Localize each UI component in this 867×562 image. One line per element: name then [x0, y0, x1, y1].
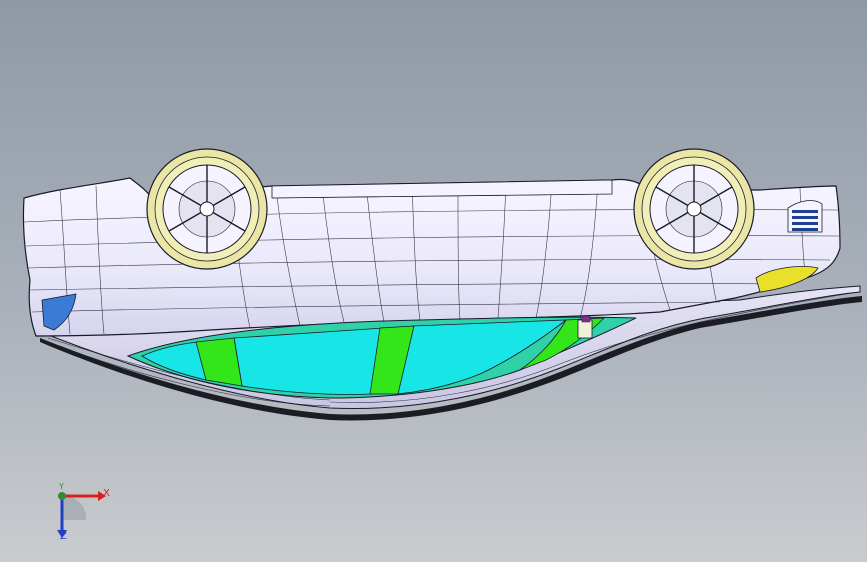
front-wheel: [633, 148, 755, 270]
3d-viewport[interactable]: X Y Z: [0, 0, 867, 562]
rear-wheel: [146, 148, 268, 270]
x-axis-label: X: [103, 488, 110, 499]
rear-door-glass: [233, 327, 385, 395]
car-model[interactable]: [0, 0, 867, 562]
front-grille: [787, 200, 823, 233]
axis-triad[interactable]: X Y Z: [40, 480, 120, 550]
side-mirror: [577, 319, 593, 339]
z-axis-label: Z: [60, 531, 67, 542]
y-axis-label: Y: [59, 482, 64, 491]
mirror-mount: [581, 315, 591, 323]
